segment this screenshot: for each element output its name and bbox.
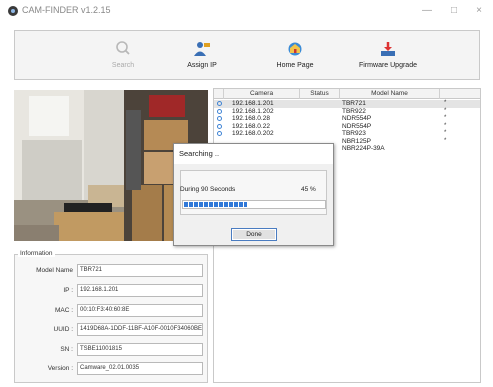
row-ip: 192.168.0.22 [232, 122, 270, 130]
row-star: * [444, 100, 447, 106]
info-row-model: Model Name TBR721 [15, 264, 207, 278]
firmware-upgrade-label: Firmware Upgrade [359, 62, 417, 69]
maximize-button[interactable]: □ [447, 4, 461, 18]
row-model: NDR554P [342, 122, 372, 130]
mac-label: MAC : [54, 307, 73, 314]
network-camera-icon [217, 116, 222, 121]
row-model: NBR125P [342, 137, 371, 145]
row-model: TBR721 [342, 100, 366, 107]
assign-ip-icon [194, 42, 210, 56]
home-page-label: Home Page [276, 62, 314, 69]
row-ip: 192.168.1.202 [232, 107, 274, 115]
information-legend: Information [18, 250, 55, 257]
list-header: Camera Status Model Name [214, 89, 480, 99]
search-button[interactable]: Search [83, 31, 163, 79]
sn-field[interactable]: TSBE11001815 [77, 343, 203, 356]
info-row-mac: MAC : 00:10:F3:40:60:8E [15, 304, 207, 318]
window-title: CAM-FINDER v1.2.15 [22, 5, 111, 15]
dialog-title: Searching .. [174, 144, 333, 164]
version-field[interactable]: Camware_02.01.0035 [77, 362, 203, 375]
firmware-upgrade-button[interactable]: Firmware Upgrade [348, 31, 428, 79]
minimize-button[interactable]: — [420, 4, 434, 18]
row-ip: 192.168.1.201 [232, 100, 274, 107]
row-model: NDR554P [342, 115, 372, 122]
info-row-uuid: UUID : 1419D68A-1DDF-11BF-A10F-0010F3406… [15, 323, 207, 337]
progress-percent: 45 % [301, 186, 316, 193]
close-button[interactable]: × [472, 4, 486, 18]
network-camera-icon [217, 108, 222, 114]
toolbar: Search Assign IP Home Page Firmware Upgr… [14, 30, 480, 80]
row-model: NBR224P-39A [342, 145, 385, 152]
network-camera-icon [217, 131, 222, 136]
table-row[interactable]: 192.168.1.202 TBR922 * [214, 108, 480, 116]
row-ip: 192.168.0.28 [232, 115, 270, 122]
home-page-icon [288, 42, 302, 56]
progress-bar [182, 200, 326, 209]
uuid-label: UUID : [53, 326, 74, 333]
home-page-button[interactable]: Home Page [255, 31, 335, 79]
dialog-message: During 90 Seconds [180, 186, 236, 193]
header-model-name[interactable]: Model Name [340, 89, 440, 99]
row-model: TBR923 [342, 130, 366, 137]
row-star: * [444, 137, 447, 144]
done-button[interactable]: Done [231, 228, 277, 241]
network-camera-icon [217, 123, 222, 129]
table-row[interactable]: 192.168.0.22 NDR554P * [214, 123, 480, 131]
row-star: * [444, 130, 447, 136]
row-star: * [444, 107, 447, 114]
version-label: Version : [47, 365, 73, 372]
assign-ip-button[interactable]: Assign IP [162, 31, 242, 79]
table-row[interactable]: 192.168.0.202 TBR923 * [214, 130, 480, 138]
header-icon-col [214, 89, 224, 99]
row-star: * [444, 122, 447, 129]
row-star: * [444, 115, 447, 121]
searching-dialog: Searching .. During 90 Seconds 45 % Done [173, 143, 334, 246]
progress-bar-fill [184, 202, 247, 207]
table-row[interactable]: 192.168.0.28 NDR554P * [214, 115, 480, 123]
header-camera[interactable]: Camera [224, 89, 300, 99]
info-row-version: Version : Camware_02.01.0035 [15, 362, 207, 376]
ip-label: IP : [63, 287, 73, 294]
model-name-label: Model Name [36, 267, 73, 274]
camera-app-icon [8, 6, 18, 16]
header-status[interactable]: Status [300, 89, 340, 99]
search-icon [116, 41, 130, 55]
sn-label: SN : [60, 346, 73, 353]
uuid-field[interactable]: 1419D68A-1DDF-11BF-A10F-0010F34060BE [77, 323, 203, 336]
model-name-field[interactable]: TBR721 [77, 264, 203, 277]
assign-ip-label: Assign IP [187, 62, 217, 69]
mac-field[interactable]: 00:10:F3:40:60:8E [77, 304, 203, 317]
information-panel: Model Name TBR721 IP : 192.168.1.201 MAC… [14, 254, 208, 383]
table-row[interactable]: 192.168.1.201 TBR721 * [214, 100, 480, 108]
search-label: Search [111, 62, 135, 69]
row-ip: 192.168.0.202 [232, 130, 274, 137]
firmware-upgrade-icon [381, 42, 395, 56]
row-model: TBR922 [342, 107, 366, 115]
info-row-ip: IP : 192.168.1.201 [15, 284, 207, 298]
title-bar: CAM-FINDER v1.2.15 — □ × [0, 0, 493, 22]
ip-field[interactable]: 192.168.1.201 [77, 284, 203, 297]
info-row-sn: SN : TSBE11001815 [15, 343, 207, 357]
network-camera-icon [217, 101, 222, 106]
